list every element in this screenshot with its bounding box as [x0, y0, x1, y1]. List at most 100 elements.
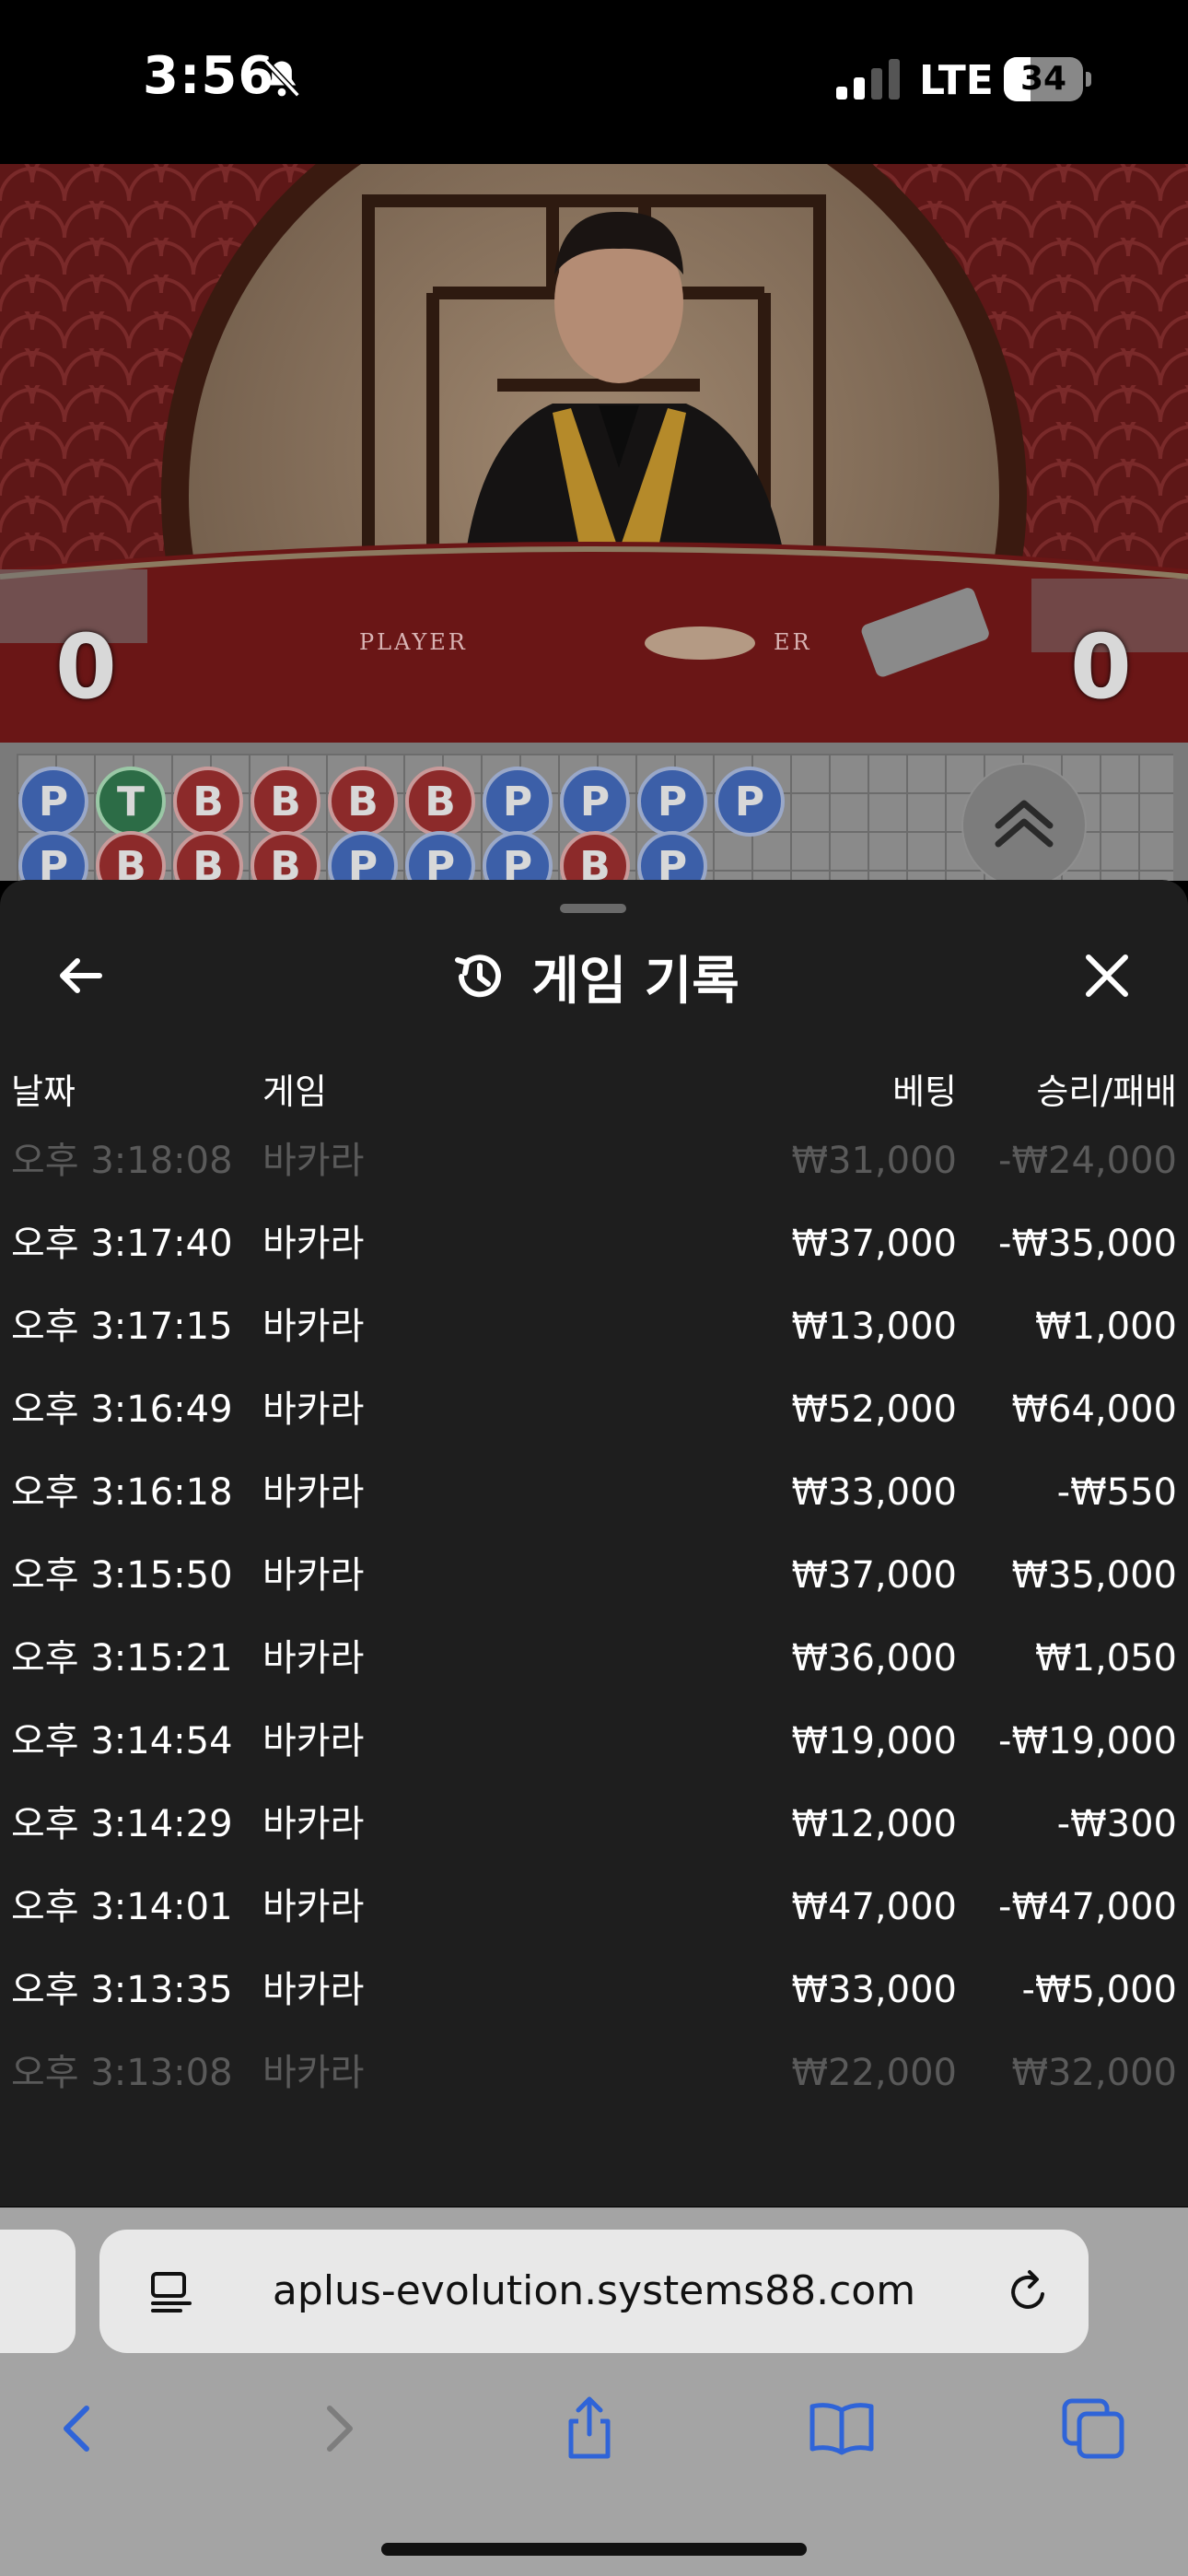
bookmarks-icon[interactable] — [805, 2392, 879, 2465]
chevron-up-double-icon — [995, 800, 1054, 848]
cell-result: ₩1,050 — [1034, 1637, 1177, 1680]
table-label-player: PLAYER — [359, 629, 468, 655]
bead-P: P — [405, 831, 475, 881]
cell-result: -₩24,000 — [998, 1140, 1177, 1182]
cell-bet: ₩36,000 — [791, 1637, 957, 1680]
browser-bottom-bar: aplus-evolution.systems88.com — [0, 2207, 1188, 2576]
table-row[interactable]: 오후 3:14:54 바카라 ₩19,000 -₩19,000 — [0, 1700, 1188, 1783]
bead-P: P — [18, 831, 88, 881]
cell-result: ₩32,000 — [1011, 2052, 1177, 2094]
cell-time: 오후 3:17:40 — [11, 1223, 233, 1265]
history-icon — [455, 954, 502, 998]
cell-time: 오후 3:17:15 — [11, 1306, 233, 1348]
cell-time: 오후 3:13:08 — [11, 2052, 233, 2094]
cell-bet: ₩33,000 — [791, 1969, 957, 2011]
cell-result: -₩35,000 — [998, 1223, 1177, 1265]
column-header-result: 승리/패배 — [1036, 1071, 1177, 1112]
cell-game: 바카라 — [262, 2052, 365, 2094]
bead-P: P — [18, 767, 88, 837]
cell-game: 바카라 — [262, 1140, 365, 1182]
table-row[interactable]: 오후 3:16:18 바카라 ₩33,000 -₩550 — [0, 1451, 1188, 1534]
history-table-body: 오후 3:18:08 바카라 ₩31,000 -₩24,000 오후 3:17:40 바카… — [0, 1119, 1188, 2114]
cell-game: 바카라 — [262, 1720, 365, 1762]
bead-P: P — [483, 767, 553, 837]
table-row[interactable]: 오후 3:17:15 바카라 ₩13,000 ₩1,000 — [0, 1285, 1188, 1368]
cell-bet: ₩33,000 — [791, 1471, 957, 1514]
bead-B: B — [173, 767, 243, 837]
cell-result: -₩300 — [1056, 1803, 1177, 1845]
cell-bet: ₩47,000 — [791, 1886, 957, 1928]
cell-time: 오후 3:14:54 — [11, 1720, 233, 1762]
game-history-sheet: 게임 기록 날짜 게임 베팅 승리/패배 오후 3:18:08 바카라 ₩31,00… — [0, 880, 1188, 2207]
cell-bet: ₩22,000 — [791, 2052, 957, 2094]
table-row[interactable]: 오후 3:17:40 바카라 ₩37,000 -₩35,000 — [0, 1202, 1188, 1285]
live-video[interactable]: PLAYER ER 0 0 — [0, 164, 1188, 743]
cell-result: -₩47,000 — [998, 1886, 1177, 1928]
cell-game: 바카라 — [262, 1223, 365, 1265]
table-row[interactable]: 오후 3:16:49 바카라 ₩52,000 ₩64,000 — [0, 1368, 1188, 1451]
bead-B: B — [405, 767, 475, 837]
cell-time: 오후 3:18:08 — [11, 1140, 233, 1182]
status-time: 3:56 — [143, 46, 275, 106]
home-indicator[interactable] — [381, 2543, 807, 2556]
tabs-icon[interactable] — [1057, 2392, 1131, 2465]
back-icon[interactable] — [42, 2392, 116, 2465]
cell-time: 오후 3:15:21 — [11, 1637, 233, 1680]
history-table-header: 날짜 게임 베팅 승리/패배 — [0, 1060, 1188, 1124]
cell-game: 바카라 — [262, 1471, 365, 1514]
table-row[interactable]: 오후 3:15:50 바카라 ₩37,000 ₩35,000 — [0, 1534, 1188, 1617]
expand-roadmap-button[interactable] — [961, 763, 1087, 881]
cell-time: 오후 3:13:35 — [11, 1969, 233, 2011]
bead-T: T — [96, 767, 166, 837]
previous-tab-preview[interactable] — [0, 2230, 76, 2353]
cell-game: 바카라 — [262, 1554, 365, 1597]
table-row[interactable]: 오후 3:18:08 바카라 ₩31,000 -₩24,000 — [0, 1119, 1188, 1202]
cell-bet: ₩13,000 — [791, 1306, 957, 1348]
bead-P: P — [637, 767, 707, 837]
cell-game: 바카라 — [262, 1969, 365, 2011]
share-icon[interactable] — [553, 2392, 626, 2465]
banker-score: 0 — [1070, 615, 1132, 719]
table-row[interactable]: 오후 3:14:29 바카라 ₩12,000 -₩300 — [0, 1783, 1188, 1866]
bead-P: P — [715, 767, 785, 837]
cell-bet: ₩31,000 — [791, 1140, 957, 1182]
cellular-signal-icon — [836, 59, 900, 100]
battery-icon: 34 — [1004, 57, 1092, 101]
cell-game: 바카라 — [262, 1306, 365, 1348]
cell-time: 오후 3:15:50 — [11, 1554, 233, 1597]
cell-time: 오후 3:16:49 — [11, 1388, 233, 1431]
table-row[interactable]: 오후 3:13:35 바카라 ₩33,000 -₩5,000 — [0, 1949, 1188, 2032]
forward-icon[interactable] — [300, 2392, 374, 2465]
cell-result: -₩5,000 — [1021, 1969, 1178, 2011]
reload-icon[interactable] — [1002, 2266, 1054, 2318]
table-row[interactable]: 오후 3:14:01 바카라 ₩47,000 -₩47,000 — [0, 1866, 1188, 1949]
bead-B: B — [173, 831, 243, 881]
cell-game: 바카라 — [262, 1803, 365, 1845]
cell-bet: ₩52,000 — [791, 1388, 957, 1431]
bead-B: B — [328, 767, 398, 837]
cell-result: ₩1,000 — [1034, 1306, 1177, 1348]
bead-B: B — [560, 831, 630, 881]
bead-B: B — [250, 767, 320, 837]
column-header-bet: 베팅 — [892, 1071, 957, 1112]
cell-bet: ₩37,000 — [791, 1223, 957, 1265]
cell-result: ₩64,000 — [1011, 1388, 1177, 1431]
table-label-banker: ER — [774, 629, 812, 655]
player-score: 0 — [55, 615, 117, 719]
address-bar[interactable]: aplus-evolution.systems88.com — [99, 2230, 1089, 2353]
battery-level: 34 — [1019, 60, 1067, 98]
bead-road[interactable]: PTBBBBPPPPPBBBPPPBP — [0, 743, 1188, 881]
cell-bet: ₩19,000 — [791, 1720, 957, 1762]
cell-result: -₩550 — [1056, 1471, 1177, 1514]
cell-time: 오후 3:14:29 — [11, 1803, 233, 1845]
column-header-game: 게임 — [262, 1071, 327, 1112]
cell-game: 바카라 — [262, 1886, 365, 1928]
cell-game: 바카라 — [262, 1388, 365, 1431]
close-icon[interactable] — [1077, 946, 1136, 1005]
url-text: aplus-evolution.systems88.com — [272, 2267, 916, 2314]
dealer-scene-image — [0, 164, 1188, 743]
table-row[interactable]: 오후 3:15:21 바카라 ₩36,000 ₩1,050 — [0, 1617, 1188, 1700]
table-row[interactable]: 오후 3:13:08 바카라 ₩22,000 ₩32,000 — [0, 2032, 1188, 2114]
cell-result: -₩19,000 — [998, 1720, 1177, 1762]
sheet-drag-handle[interactable] — [560, 904, 626, 913]
